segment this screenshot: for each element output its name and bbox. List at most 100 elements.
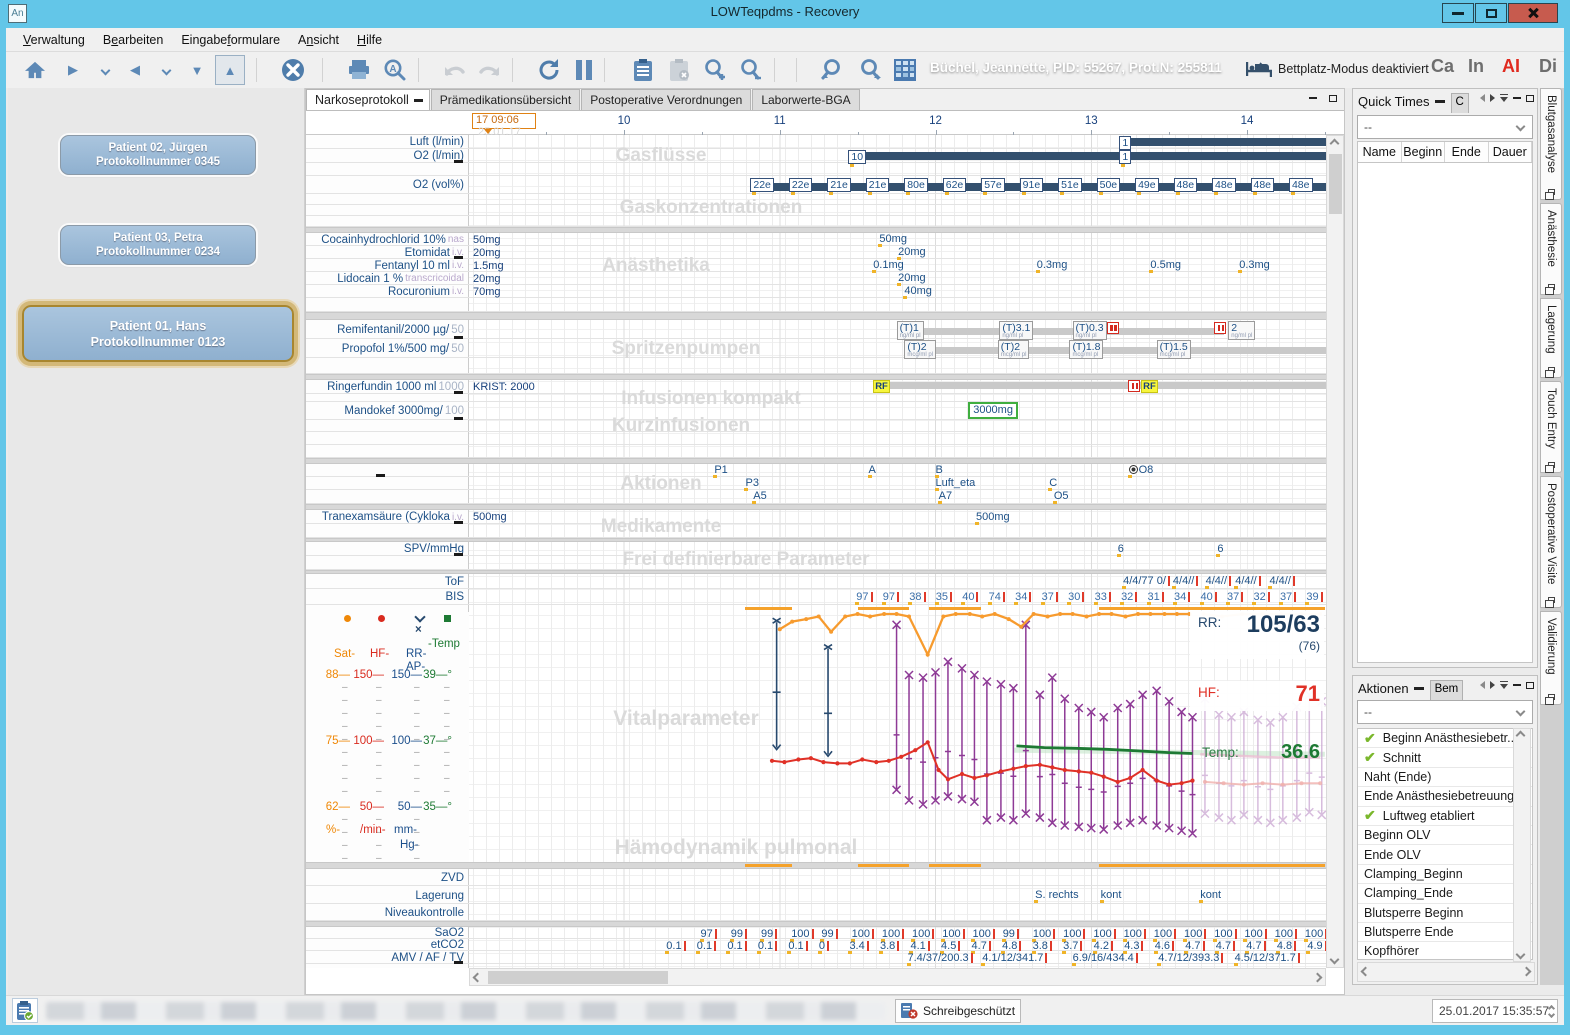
quick-times-tab[interactable]: C [1451,93,1469,113]
tab-laborwerte-bga[interactable]: Laborwerte-BGA [752,89,859,110]
aktionen-list-item[interactable]: ✔Luftweg etabliert [1358,807,1532,826]
dock-icon[interactable] [1500,94,1508,102]
search-back-button[interactable] [818,55,848,85]
aktionen-list-item[interactable]: Clamping_Beginn [1358,865,1532,884]
aktionen-list-item[interactable]: Clamping_Ende [1358,884,1532,903]
redo-button[interactable] [474,55,504,85]
quick-times-table-body[interactable] [1357,163,1533,663]
tab-postoperative-verordnungen[interactable]: Postoperative Verordnungen [581,89,751,110]
protocol-clipboard-button[interactable] [628,55,658,85]
expand-button[interactable] [90,55,120,85]
back-button[interactable]: ◀ [120,55,150,85]
patient-button-2[interactable]: Patient 03, PetraProtokollnummer 0234 [60,225,256,265]
protocol-hscrollbar[interactable] [469,968,1326,986]
print-preview-button[interactable]: A [380,55,410,85]
quick-times-filter-dropdown[interactable]: -- [1357,115,1533,139]
column-header-name[interactable]: Name [1358,142,1402,162]
datetime-spinner[interactable]: 25.01.2017 15:35:57 [1432,999,1558,1023]
collapse-icon[interactable] [1435,100,1445,103]
patient-button-3[interactable]: Patient 01, HansProtokollnummer 0123 [22,305,294,362]
minimize-button[interactable] [1442,3,1474,23]
scroll-up-icon[interactable] [1331,140,1338,147]
grid-view-button[interactable] [890,55,920,85]
vscroll-thumb[interactable] [1329,154,1342,214]
expand2-button[interactable] [151,55,181,85]
side-tab-validierung[interactable]: Validierung [1540,611,1562,705]
shortcut-Ca[interactable]: Ca [1431,56,1454,77]
scroll-left-icon[interactable] [1362,968,1369,975]
tab-narkoseprotokoll[interactable]: Narkoseprotokoll [306,89,430,110]
menu-item-ansicht[interactable]: Ansicht [289,30,348,50]
scroll-down-icon[interactable] [1517,951,1524,958]
scroll-up-button[interactable]: ▲ [215,55,245,85]
menu-item-eingabeformulare[interactable]: Eingabeformulare [172,30,289,50]
print-button[interactable] [344,55,374,85]
panel-maximize-button[interactable] [1326,92,1340,104]
zoom-out-button[interactable] [736,55,766,85]
collapse-icon[interactable] [1414,687,1424,690]
tab-scroll-right-icon[interactable] [1490,94,1495,102]
aktionen-list-item[interactable]: Kopfhörer [1358,942,1532,960]
side-tab-blutgasanalyse[interactable]: Blutgasanalyse [1540,88,1562,200]
clipboard-disabled-button[interactable] [664,55,694,85]
zoom-in-button[interactable] [700,55,730,85]
tab-scroll-right-icon[interactable] [1490,681,1495,689]
step-forward-button[interactable]: ▶ [58,55,88,85]
maximize-icon[interactable] [1526,95,1534,102]
aktionen-list-item[interactable]: Ende Anästhesiebetreuung [1358,787,1532,806]
aktionen-list-item[interactable]: Blutsperre Beginn [1358,904,1532,923]
patient-button-1[interactable]: Patient 02, JürgenProtokollnummer 0345 [60,135,256,175]
popout-icon [1548,462,1555,468]
scroll-right-icon[interactable] [1523,968,1530,975]
scroll-left-icon[interactable] [474,974,481,981]
undo-button[interactable] [440,55,470,85]
shortcut-Di[interactable]: Di [1539,56,1557,77]
home-button[interactable] [20,55,50,85]
hscroll-thumb[interactable] [488,971,668,984]
scroll-right-icon[interactable] [1314,974,1321,981]
side-tab-touch-entry[interactable]: Touch Entry [1540,381,1562,473]
side-tab-lagerung[interactable]: Lagerung [1540,298,1562,378]
aktionen-filter-dropdown[interactable]: -- [1357,700,1533,724]
menu-item-verwaltung[interactable]: Verwaltung [14,30,94,50]
aktionen-list-item[interactable]: Blutsperre Ende [1358,923,1532,942]
column-header-ende[interactable]: Ende [1445,142,1489,162]
shortcut-In[interactable]: In [1468,56,1484,77]
dock-icon[interactable] [1500,681,1508,689]
panel-minimize-button[interactable] [1306,92,1320,104]
side-tab-an-sthesie[interactable]: Anästhesie [1540,203,1562,295]
aktionen-vscrollbar[interactable] [1513,728,1531,962]
cancel-button[interactable] [278,55,308,85]
scroll-down-icon[interactable] [1331,956,1338,963]
scroll-up-icon[interactable] [1517,732,1524,739]
pause-button[interactable] [569,55,599,85]
aktionen-list-item[interactable]: Ende OLV [1358,845,1532,864]
tab-pr-medikations-bersicht[interactable]: Prämedikationsübersicht [431,89,580,110]
left-icon: ◀ [130,62,140,78]
maximize-icon[interactable] [1526,682,1534,689]
column-header-dauer[interactable]: Dauer [1489,142,1533,162]
minimize-icon[interactable] [1513,684,1521,687]
aktionen-tab-bem[interactable]: Bem [1430,680,1464,700]
spinner-arrows[interactable] [1549,1006,1554,1017]
aktionen-list-item[interactable]: Beginn OLV [1358,826,1532,845]
aktionen-list-item[interactable]: ✔Beginn Anästhesiebetr... [1358,729,1532,748]
protocol-vscrollbar[interactable] [1326,135,1344,968]
aktionen-list-item[interactable]: ✔Schnitt [1358,748,1532,767]
search-forward-button[interactable] [854,55,884,85]
aktionen-list-item[interactable]: Naht (Ende) [1358,768,1532,787]
maximize-button[interactable] [1475,3,1507,23]
column-header-beginn[interactable]: Beginn [1402,142,1446,162]
tab-scroll-left-icon[interactable] [1480,94,1485,102]
tab-scroll-left-icon[interactable] [1480,681,1485,689]
refresh-button[interactable] [534,55,564,85]
menu-item-hilfe[interactable]: Hilfe [348,30,391,50]
readonly-indicator[interactable]: Schreibgeschützt [895,999,1021,1023]
minimize-icon[interactable] [1513,97,1521,100]
aktionen-hscrollbar[interactable] [1357,962,1535,982]
shortcut-AI[interactable]: AI [1502,56,1520,77]
scroll-down-button[interactable]: ▼ [182,55,212,85]
menu-item-bearbeiten[interactable]: Bearbeiten [94,30,172,50]
close-button[interactable] [1508,3,1558,23]
side-tab-postoperative-visite[interactable]: Postoperative Visite [1540,476,1562,608]
